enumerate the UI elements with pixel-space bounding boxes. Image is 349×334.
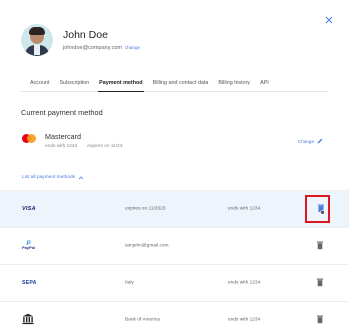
close-icon[interactable]: [321, 12, 337, 28]
payment-method-row-sepa[interactable]: SEPA Italy ends with 1234: [0, 264, 349, 301]
visa-logo: VISA: [22, 206, 36, 212]
sepa-logo: SEPA: [22, 280, 37, 286]
list-toggle-label: List all payment methods: [22, 175, 76, 180]
tab-subscription[interactable]: Subscription: [58, 76, 90, 92]
visa-expiry: expires on 11/2023: [125, 206, 166, 212]
avatar: [21, 24, 53, 56]
payment-method-row-bank[interactable]: Bank of America ends with 1234: [0, 301, 349, 334]
tab-billing-and-contact-data[interactable]: Billing and contact data: [152, 76, 210, 92]
profile-email: johndoe@company.com: [63, 45, 122, 51]
section-title: Current payment method: [21, 108, 103, 117]
tab-api[interactable]: API: [259, 76, 270, 92]
profile-name: John Doe: [63, 29, 108, 41]
bank-icon: [22, 313, 34, 327]
current-payment-method: Mastercard ends with 1234 expires on 11/…: [22, 132, 327, 149]
sepa-country: Italy: [125, 280, 134, 286]
bank-name: Bank of America: [125, 317, 160, 323]
tab-account[interactable]: Account: [29, 76, 50, 92]
visa-ends-with: ends with 1234: [228, 206, 261, 212]
paypal-logo: P PayPal: [22, 241, 36, 250]
chevron-up-icon: [78, 176, 84, 180]
payment-method-row-visa[interactable]: VISA expires on 11/2023 ends with 1234: [0, 190, 349, 227]
profile-header: John Doe johndoe@company.com change: [21, 24, 140, 56]
payment-method-row-paypal[interactable]: P PayPal iamjohn@gmail.com: [0, 227, 349, 264]
tab-bar: Account Subscription Payment method Bill…: [21, 76, 328, 92]
paypal-email: iamjohn@gmail.com: [125, 243, 169, 249]
delete-highlight-box: [305, 195, 330, 223]
trash-icon: [317, 278, 323, 287]
change-label: Change: [297, 138, 314, 144]
list-all-payment-methods-toggle[interactable]: List all payment methods: [22, 175, 84, 181]
change-email-link[interactable]: change: [125, 45, 140, 50]
current-card-brand: Mastercard: [45, 132, 81, 141]
pencil-icon: [317, 138, 323, 144]
tab-payment-method[interactable]: Payment method: [98, 76, 144, 92]
change-payment-button[interactable]: Change: [298, 138, 323, 144]
delete-bank-button[interactable]: [316, 315, 326, 325]
current-card-ends-with: ends with 1234: [45, 144, 78, 149]
delete-sepa-button[interactable]: [316, 278, 326, 288]
tab-billing-history[interactable]: Billing history: [217, 76, 251, 92]
bank-ends-with: ends with 1234: [228, 317, 261, 323]
current-card-expires: expires on 11/23: [87, 144, 123, 149]
trash-icon: [317, 241, 323, 250]
mastercard-icon: [22, 134, 36, 144]
sepa-ends-with: ends with 1234: [228, 280, 261, 286]
delete-paypal-button[interactable]: [316, 241, 326, 251]
trash-icon: [317, 315, 323, 324]
payment-methods-list: VISA expires on 11/2023 ends with 1234 P…: [0, 190, 349, 334]
